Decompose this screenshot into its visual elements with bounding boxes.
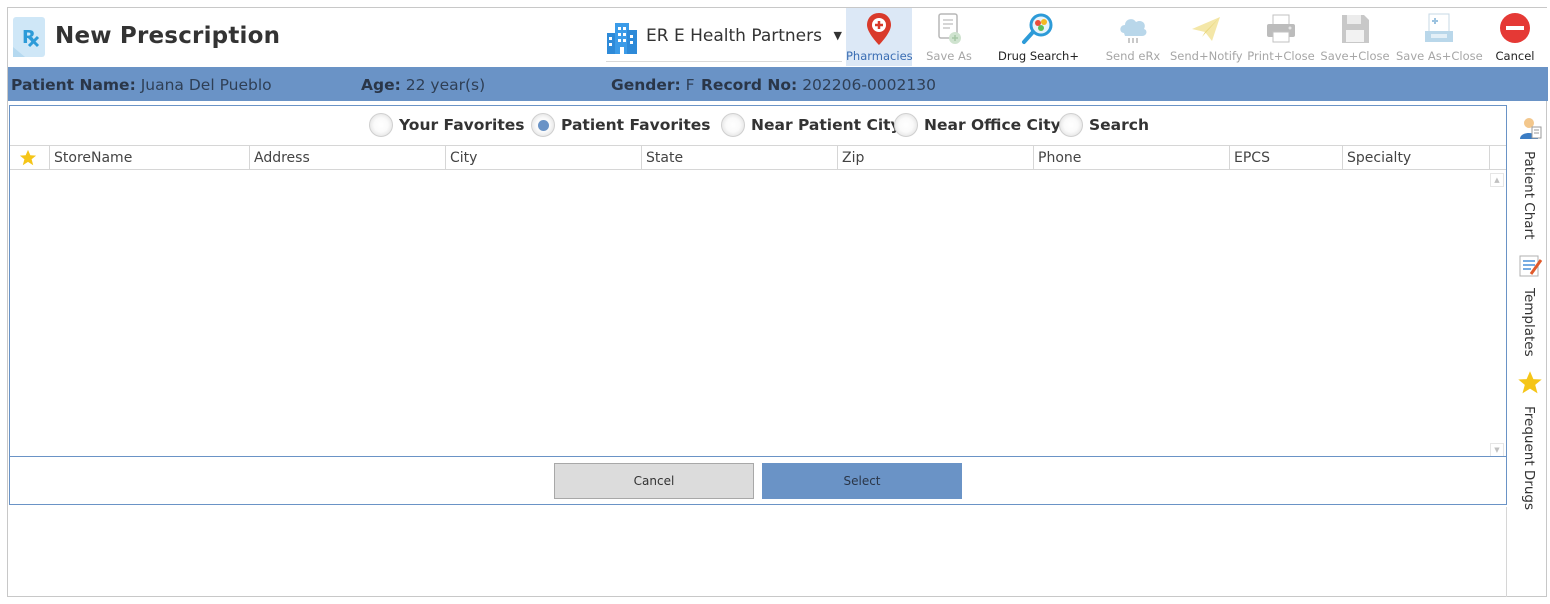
- side-panel-tabs: Patient Chart Templates Frequent Drugs: [1511, 105, 1547, 510]
- radio-your-favorites[interactable]: Your Favorites: [369, 112, 525, 138]
- patient-record-label: Record No:: [701, 76, 798, 94]
- column-header-storename[interactable]: StoreName: [50, 146, 250, 170]
- pharmacy-panel: Your Favorites Patient Favorites Near Pa…: [9, 105, 1507, 505]
- select-button[interactable]: Select: [762, 463, 962, 499]
- patient-chart-icon: [1517, 115, 1543, 141]
- header: R New Prescription ER E Health Partners …: [8, 8, 1548, 67]
- patient-record: Record No: 202206-0002130: [701, 76, 936, 94]
- patient-age: Age: 22 year(s): [361, 76, 485, 94]
- patient-name-label: Patient Name:: [11, 76, 136, 94]
- send-erx-cloud-icon: [1115, 11, 1151, 47]
- pharmacy-pin-icon: [861, 11, 897, 47]
- tab-label: Frequent Drugs: [1521, 406, 1537, 511]
- pharmacy-actions: Cancel Select: [10, 456, 1506, 504]
- star-icon: [1517, 370, 1543, 396]
- save-as-close-button[interactable]: Save As+Close: [1396, 8, 1483, 66]
- tab-patient-chart[interactable]: Patient Chart: [1511, 115, 1547, 240]
- printer-icon: [1263, 11, 1299, 47]
- save-as-button[interactable]: Save As: [914, 8, 984, 66]
- toolbar-label: Drug Search+: [998, 49, 1079, 63]
- chevron-down-icon[interactable]: ▼: [834, 29, 842, 42]
- pharmacy-table-header: StoreName Address City State Zip Phone E…: [10, 145, 1506, 170]
- cancel-toolbar-button[interactable]: Cancel: [1486, 8, 1544, 66]
- column-header-address[interactable]: Address: [250, 146, 446, 170]
- pharmacy-table-body: ▲ ▼: [10, 171, 1506, 457]
- radio-near-office-city[interactable]: Near Office City: [894, 112, 1061, 138]
- radio-label: Near Patient City: [751, 116, 901, 134]
- toolbar-label: Save As+Close: [1396, 49, 1483, 63]
- patient-gender-value: F: [685, 76, 695, 94]
- patient-gender: Gender: F: [611, 76, 695, 94]
- prescription-window: R New Prescription ER E Health Partners …: [7, 7, 1548, 597]
- column-header-state[interactable]: State: [642, 146, 838, 170]
- toolbar-label: Cancel: [1495, 49, 1535, 63]
- save-close-button[interactable]: Save+Close: [1320, 8, 1390, 66]
- toolbar-label: Send+Notify: [1170, 49, 1243, 63]
- practice-name: ER E Health Partners: [646, 26, 822, 46]
- favorite-column-header[interactable]: [10, 146, 50, 170]
- building-icon: [606, 21, 638, 55]
- toolbar-label: Save+Close: [1320, 49, 1390, 63]
- tab-label: Patient Chart: [1521, 151, 1537, 240]
- column-header-epcs[interactable]: EPCS: [1230, 146, 1343, 170]
- save-as-close-icon: [1421, 11, 1457, 47]
- drug-search-icon: [1020, 11, 1056, 47]
- radio-circle[interactable]: [531, 113, 555, 137]
- cancel-button[interactable]: Cancel: [554, 463, 754, 499]
- radio-label: Patient Favorites: [561, 116, 711, 134]
- templates-icon: [1517, 252, 1543, 278]
- practice-selector[interactable]: ER E Health Partners ▼: [606, 18, 842, 62]
- page-title: New Prescription: [55, 23, 281, 49]
- patient-name-value: Juana Del Pueblo: [140, 76, 272, 94]
- patient-age-label: Age:: [361, 76, 401, 94]
- column-header-city[interactable]: City: [446, 146, 642, 170]
- tab-label: Templates: [1521, 288, 1537, 357]
- cancel-icon: [1497, 11, 1533, 47]
- toolbar-label: Print+Close: [1247, 49, 1315, 63]
- toolbar-label: Pharmacies: [846, 49, 913, 63]
- prescription-icon: R: [11, 15, 47, 59]
- radio-label: Near Office City: [924, 116, 1061, 134]
- toolbar-label: Save As: [926, 49, 972, 63]
- floppy-disk-icon: [1337, 11, 1373, 47]
- scroll-down-icon[interactable]: ▼: [1490, 443, 1504, 457]
- tab-frequent-drugs[interactable]: Frequent Drugs: [1511, 370, 1547, 510]
- patient-record-value: 202206-0002130: [802, 76, 936, 94]
- column-header-phone[interactable]: Phone: [1034, 146, 1230, 170]
- patient-info-bar: Patient Name: Juana Del Pueblo Age: 22 y…: [8, 67, 1548, 101]
- column-header-zip[interactable]: Zip: [838, 146, 1034, 170]
- toolbar-label: Send eRx: [1105, 49, 1161, 63]
- radio-circle[interactable]: [1059, 113, 1083, 137]
- save-as-document-icon: [931, 11, 967, 47]
- print-close-button[interactable]: Print+Close: [1246, 8, 1316, 66]
- radio-circle[interactable]: [369, 113, 393, 137]
- scroll-up-icon[interactable]: ▲: [1490, 173, 1504, 187]
- drug-search-button[interactable]: Drug Search+: [998, 8, 1079, 66]
- prescription-details-area: [9, 507, 1507, 597]
- pharmacy-filter-group: Your Favorites Patient Favorites Near Pa…: [10, 106, 1506, 144]
- radio-label: Search: [1089, 116, 1150, 134]
- radio-circle[interactable]: [721, 113, 745, 137]
- patient-gender-label: Gender:: [611, 76, 681, 94]
- send-notify-button[interactable]: Send+Notify: [1170, 8, 1243, 66]
- radio-label: Your Favorites: [399, 116, 525, 134]
- patient-name: Patient Name: Juana Del Pueblo: [11, 76, 272, 94]
- paper-plane-icon: [1188, 11, 1224, 47]
- radio-patient-favorites[interactable]: Patient Favorites: [531, 112, 710, 138]
- pharmacies-button[interactable]: Pharmacies: [846, 8, 913, 66]
- patient-age-value: 22 year(s): [405, 76, 486, 94]
- column-header-specialty[interactable]: Specialty: [1343, 146, 1490, 170]
- send-erx-button[interactable]: Send eRx: [1102, 8, 1164, 66]
- star-icon: [19, 149, 37, 166]
- tab-templates[interactable]: Templates: [1511, 252, 1547, 362]
- radio-near-patient-city[interactable]: Near Patient City: [721, 112, 901, 138]
- radio-circle[interactable]: [894, 113, 918, 137]
- radio-search[interactable]: Search: [1059, 112, 1149, 138]
